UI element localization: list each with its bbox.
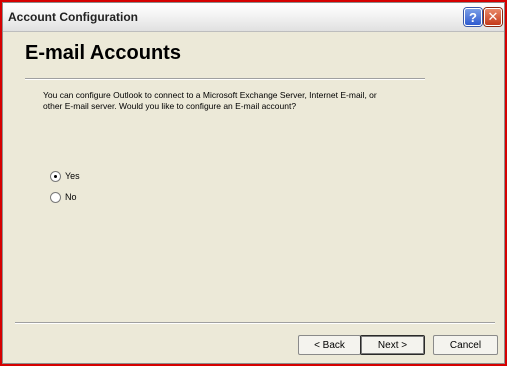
account-configuration-dialog: Account Configuration ? ✕ E-mail Account… (2, 2, 505, 364)
radio-option-no[interactable]: No (50, 190, 77, 204)
window-title: Account Configuration (8, 10, 138, 24)
radio-option-yes[interactable]: Yes (50, 169, 80, 183)
radio-button-yes[interactable] (50, 170, 61, 182)
radio-label-yes[interactable]: Yes (65, 171, 80, 181)
close-button[interactable]: ✕ (484, 8, 502, 26)
close-icon: ✕ (487, 9, 499, 24)
page-title: E-mail Accounts (25, 42, 181, 64)
header-divider (25, 78, 425, 80)
radio-label-no[interactable]: No (65, 192, 77, 202)
next-button[interactable]: Next > (360, 335, 425, 355)
help-icon: ? (469, 9, 477, 25)
title-bar[interactable]: Account Configuration ? ✕ (3, 3, 504, 32)
radio-button-no[interactable] (50, 191, 61, 203)
cancel-button[interactable]: Cancel (433, 335, 498, 355)
back-button[interactable]: < Back (298, 335, 361, 355)
help-button[interactable]: ? (464, 8, 482, 26)
description-text: You can configure Outlook to connect to … (43, 90, 377, 111)
footer-divider (15, 322, 495, 324)
